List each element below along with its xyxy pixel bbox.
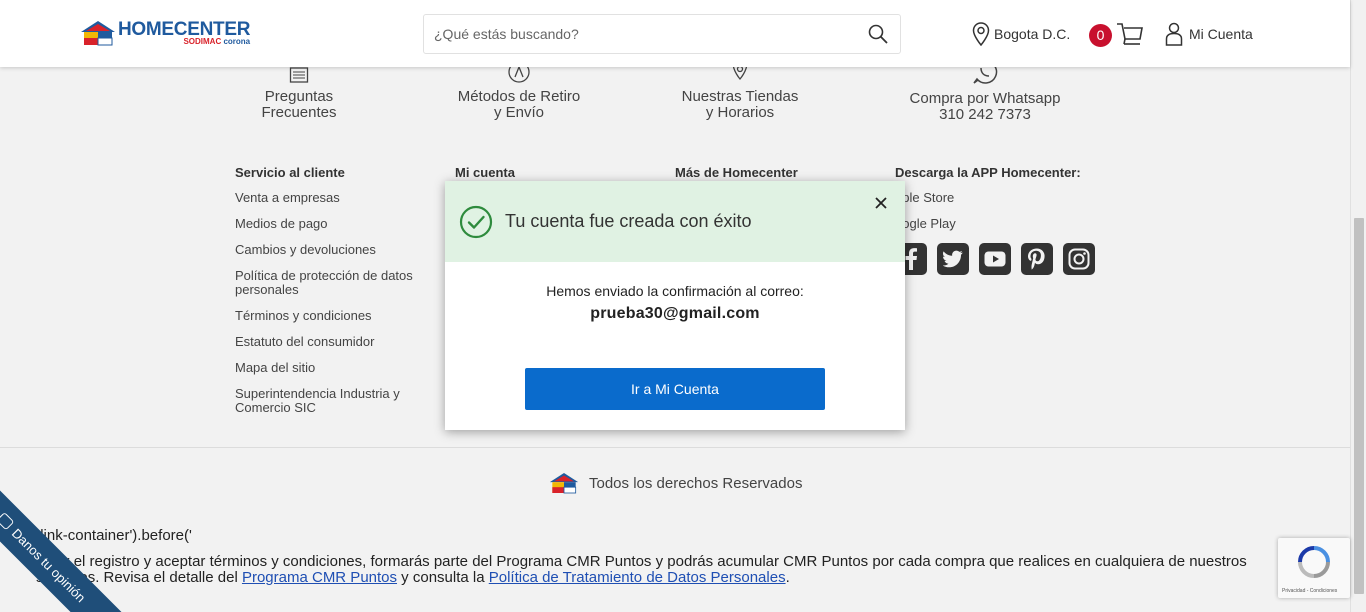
- recaptcha-badge[interactable]: Privacidad - Condiciones: [1278, 538, 1350, 598]
- location-pin-icon: [972, 22, 990, 46]
- privacy-policy-link[interactable]: Política de Tratamiento de Datos Persona…: [489, 569, 786, 586]
- location-selector[interactable]: Bogota D.C.: [972, 22, 1070, 46]
- footer-link[interactable]: Cambios y devoluciones: [235, 243, 435, 257]
- footer-col-title: Servicio al cliente: [235, 165, 345, 180]
- help-item-faq[interactable]: Preguntas Frecuentes: [249, 67, 349, 121]
- footer-col-app: Descarga la APP Homecenter: pple Store o…: [895, 165, 1095, 275]
- youtube-icon[interactable]: [979, 243, 1011, 275]
- modal-title: Tu cuenta fue creada con éxito: [505, 211, 752, 231]
- whatsapp-number: 310 242 7373: [939, 106, 1031, 123]
- list-icon: [289, 67, 309, 83]
- footer-link[interactable]: Política de protección de datos personal…: [235, 269, 435, 297]
- search-bar: [423, 14, 901, 54]
- cart-button[interactable]: 0: [1089, 22, 1144, 48]
- footer-link[interactable]: Estatuto del consumidor: [235, 335, 435, 349]
- brand-sub-sodimac: SODIMAC: [183, 37, 222, 46]
- google-play-link[interactable]: oogle Play: [895, 217, 1095, 231]
- house-logo-icon: [81, 21, 115, 46]
- page-scrollbar[interactable]: [1350, 0, 1366, 612]
- recaptcha-text: Privacidad - Condiciones: [1282, 588, 1338, 594]
- footer-col-title: Más de Homecenter: [675, 165, 798, 180]
- recaptcha-icon: [1298, 546, 1330, 578]
- cart-icon: [1117, 23, 1143, 45]
- help-item-label: y Envío: [493, 104, 545, 121]
- homecenter-logo[interactable]: HOMECENTER SODIMAC corona: [80, 20, 250, 46]
- legal-text: div.link-container').before(' pletar el …: [0, 526, 1350, 612]
- help-item-label: Preguntas: [264, 88, 334, 105]
- cart-count-badge: 0: [1089, 23, 1112, 47]
- search-icon[interactable]: [868, 24, 888, 44]
- account-label: Mi Cuenta: [1189, 26, 1253, 42]
- instagram-icon[interactable]: [1063, 243, 1095, 275]
- house-logo-icon: [549, 473, 579, 494]
- success-modal: Tu cuenta fue creada con éxito Hemos env…: [445, 181, 905, 430]
- footer-col-title: Descarga la APP Homecenter:: [895, 165, 1081, 180]
- cmr-program-link[interactable]: Programa CMR Puntos: [242, 569, 397, 586]
- help-item-delivery[interactable]: Métodos de Retiro y Envío: [449, 61, 589, 121]
- modal-body: Hemos enviado la confirmación al correo:…: [445, 262, 905, 323]
- help-item-stores[interactable]: Nuestras Tiendas y Horarios: [670, 61, 810, 121]
- help-strip: Preguntas Frecuentes Métodos de Retiro y…: [0, 60, 1350, 147]
- help-item-label: Compra por Whatsapp: [909, 90, 1061, 107]
- help-item-label: Nuestras Tiendas: [681, 88, 799, 105]
- pinterest-icon[interactable]: [1021, 243, 1053, 275]
- location-label: Bogota D.C.: [994, 26, 1071, 42]
- footer-link[interactable]: Términos y condiciones: [235, 309, 435, 323]
- footer-link[interactable]: Mapa del sitio: [235, 361, 435, 375]
- help-item-label: Métodos de Retiro: [457, 88, 581, 105]
- copyright-text: Todos los derechos Reservados: [589, 474, 803, 492]
- footer-link[interactable]: Venta a empresas: [235, 191, 435, 205]
- legal-text-fragment: y consulta la: [397, 569, 489, 586]
- legal-text-fragment: .: [785, 569, 790, 586]
- close-icon[interactable]: [873, 195, 889, 211]
- copyright: Todos los derechos Reservados: [549, 472, 802, 494]
- help-item-label: Frecuentes: [261, 104, 337, 121]
- legal-line: pletar el registro y aceptar términos y …: [32, 553, 1247, 570]
- search-input[interactable]: [424, 15, 844, 53]
- brand-sub-corona: corona: [223, 37, 251, 46]
- check-circle-icon: [459, 205, 493, 238]
- footer-col-customer-service: Servicio al cliente Venta a empresas Med…: [235, 165, 435, 427]
- modal-header: Tu cuenta fue creada con éxito: [445, 181, 905, 262]
- footer-divider: [0, 447, 1350, 448]
- go-to-account-button[interactable]: Ir a Mi Cuenta: [525, 368, 825, 410]
- app-store-link[interactable]: pple Store: [895, 191, 1095, 205]
- site-header: HOMECENTER SODIMAC corona Bogota D.C. 0: [0, 0, 1350, 67]
- feedback-icon: [0, 512, 15, 531]
- account-link[interactable]: Mi Cuenta: [1165, 22, 1253, 46]
- footer-link[interactable]: Superintendencia Industria y Comercio SI…: [235, 387, 435, 415]
- help-item-whatsapp[interactable]: Compra por Whatsapp 310 242 7373: [900, 59, 1070, 123]
- social-links: [895, 243, 1095, 275]
- modal-message: Hemos enviado la confirmación al correo:: [546, 283, 804, 299]
- legal-line: s aliados. Revisa el detalle del Program…: [36, 570, 790, 586]
- user-icon: [1165, 22, 1183, 46]
- twitter-icon[interactable]: [937, 243, 969, 275]
- scrollbar-thumb[interactable]: [1354, 218, 1364, 594]
- help-item-label: y Horarios: [705, 104, 775, 121]
- footer-col-title: Mi cuenta: [455, 165, 515, 180]
- footer-link[interactable]: Medios de pago: [235, 217, 435, 231]
- modal-email: prueba30@gmail.com: [590, 305, 760, 322]
- page: HOMECENTER SODIMAC corona Bogota D.C. 0: [0, 0, 1366, 612]
